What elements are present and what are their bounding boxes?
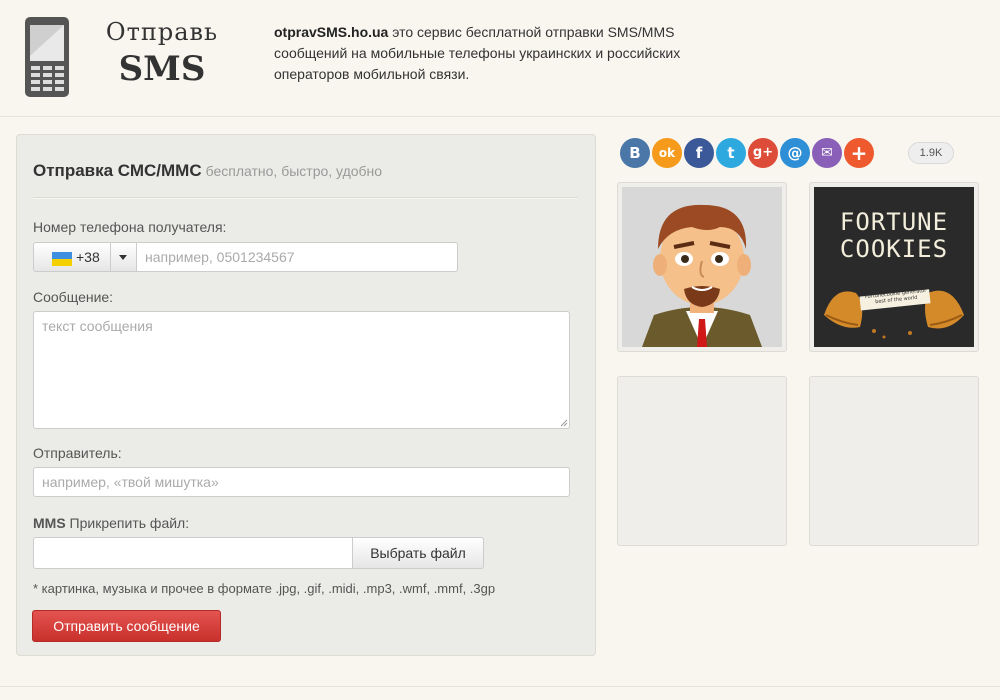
twitter-icon[interactable]: t <box>716 138 746 168</box>
google-plus-icon[interactable]: g+ <box>748 138 778 168</box>
site-name: otpravSMS.ho.ua <box>274 24 389 40</box>
form-subtitle: бесплатно, быстро, удобно <box>205 163 383 179</box>
share-count-badge[interactable]: 1.9K <box>908 142 954 164</box>
resize-grip-icon[interactable] <box>560 419 568 427</box>
fortune-title-line-1: FORTUNE <box>839 208 949 236</box>
email-icon[interactable]: ✉ <box>812 138 842 168</box>
ad-tile-fortune-cookies[interactable]: FORTUNE COOKIES Fortunecookie generator … <box>809 182 979 352</box>
attach-file-label: MMS Прикрепить файл: <box>33 515 189 531</box>
phone-number-input[interactable] <box>137 242 458 272</box>
choose-file-button[interactable]: Выбрать файл <box>352 537 484 569</box>
facebook-icon[interactable]: f <box>684 138 714 168</box>
cartoon-man-image <box>622 187 782 347</box>
form-title-text: Отправка СМС/ММС <box>33 161 202 180</box>
message-label: Сообщение: <box>33 289 114 305</box>
form-title: Отправка СМС/ММС бесплатно, быстро, удобн… <box>33 161 382 181</box>
footer-divider <box>0 686 1000 687</box>
fortune-cookie-icon <box>824 289 964 339</box>
more-share-icon[interactable]: + <box>844 138 874 168</box>
country-code-button[interactable]: +38 <box>33 242 111 272</box>
ad-tile-empty-1 <box>617 376 787 546</box>
cartoon-man-icon <box>642 204 762 347</box>
file-format-note: * картинка, музыка и прочее в формате .j… <box>33 581 496 596</box>
message-textarea[interactable] <box>33 311 570 429</box>
form-divider <box>33 197 578 199</box>
attach-label-text: Прикрепить файл: <box>65 515 190 531</box>
country-code: +38 <box>76 249 100 265</box>
ad-tile-avatar[interactable] <box>617 182 787 352</box>
site-logo[interactable]: Отправь SMS <box>92 16 232 90</box>
phone-input-group: +38 <box>33 242 458 272</box>
site-description: otpravSMS.ho.ua это сервис бесплатной от… <box>274 22 734 85</box>
mobile-phone-icon <box>25 17 69 97</box>
file-path-field[interactable] <box>33 537 353 569</box>
send-message-button[interactable]: Отправить сообщение <box>32 610 221 642</box>
fortune-title-line-2: COOKIES <box>839 235 949 263</box>
mail-ru-icon[interactable]: @ <box>780 138 810 168</box>
caret-down-icon <box>119 255 127 260</box>
ukraine-flag-icon <box>52 252 72 266</box>
sms-form-panel: Отправка СМС/ММС бесплатно, быстро, удобн… <box>16 134 596 656</box>
site-header: Отправь SMS otpravSMS.ho.ua это сервис б… <box>0 0 1000 117</box>
phone-label: Номер телефона получателя: <box>33 219 227 235</box>
fortune-cookies-banner: FORTUNE COOKIES Fortunecookie generator … <box>814 187 974 347</box>
vkontakte-icon[interactable]: B <box>620 138 650 168</box>
mms-label: MMS <box>33 515 66 531</box>
fortune-cookies-title: FORTUNE COOKIES <box>814 209 974 263</box>
sender-name-input[interactable] <box>33 467 570 497</box>
logo-line-2: SMS <box>118 49 206 89</box>
country-dropdown-toggle[interactable] <box>111 242 137 272</box>
logo-line-1: Отправь <box>105 18 219 46</box>
odnoklassniki-icon[interactable]: ok <box>652 138 682 168</box>
sender-label: Отправитель: <box>33 445 122 461</box>
ad-tile-empty-2 <box>809 376 979 546</box>
